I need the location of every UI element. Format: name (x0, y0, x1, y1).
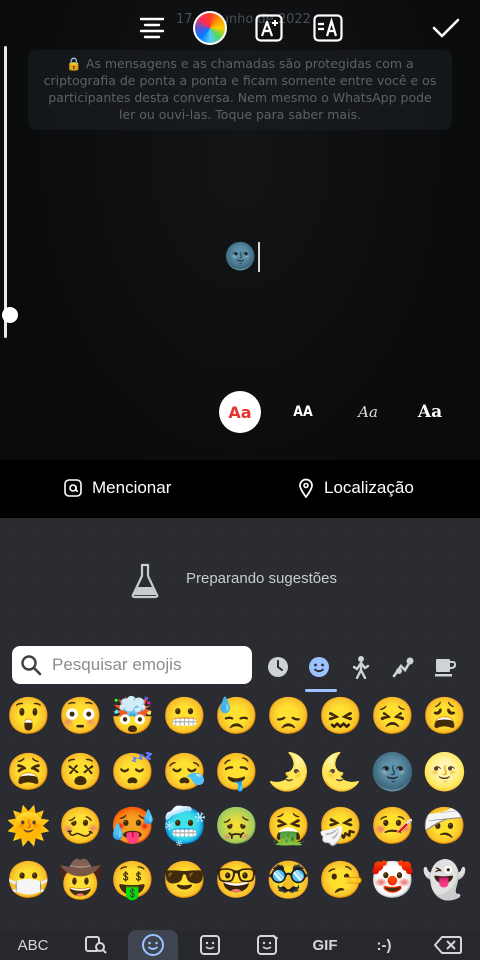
emoji-search-box[interactable] (12, 646, 252, 684)
emoji-key[interactable]: 😩 (422, 694, 467, 738)
emoji-key[interactable]: 😪 (162, 750, 207, 794)
emoji-key[interactable]: 🤑 (110, 858, 155, 902)
backspace-icon[interactable] (424, 930, 472, 960)
emoji-key[interactable]: 🥴 (58, 804, 103, 848)
editor-toolbar (0, 0, 480, 56)
emoji-key[interactable]: 🥶 (162, 804, 207, 848)
emoji-key[interactable]: 😓 (214, 694, 259, 738)
emoji-key[interactable]: 🤥 (318, 858, 363, 902)
emoji-key[interactable]: 🤒 (370, 804, 415, 848)
emoji-key[interactable]: 🥵 (110, 804, 155, 848)
emoji-key[interactable]: 😷 (6, 858, 51, 902)
align-center-icon[interactable] (134, 10, 170, 46)
emoji-key[interactable]: 😲 (6, 694, 51, 738)
emoji-search-row (12, 646, 480, 692)
emoji-tab-icon[interactable] (128, 930, 178, 960)
emoji-key[interactable]: 😣 (370, 694, 415, 738)
location-pin-icon (299, 478, 313, 498)
emoji-key[interactable]: 😫 (6, 750, 51, 794)
emoji-key[interactable]: 😵 (58, 750, 103, 794)
emoji-kitchen-icon[interactable] (246, 930, 290, 960)
text-caret (258, 242, 261, 272)
mention-button[interactable]: Mencionar (64, 478, 171, 498)
search-icon (21, 655, 42, 676)
font-option-classic[interactable]: Aa (219, 391, 261, 433)
story-text-editor[interactable]: 17 de junho de 2022 🔒 As mensagens e as … (0, 0, 480, 518)
text-style-add-icon[interactable] (251, 10, 287, 46)
location-button[interactable]: Localização (298, 478, 414, 498)
animals-icon[interactable] (390, 654, 416, 680)
emoji-key[interactable]: 🤧 (318, 804, 363, 848)
mention-location-bar: Mencionar Localização (0, 460, 480, 518)
check-icon[interactable] (428, 10, 464, 46)
emoji-key[interactable]: 😴 (110, 750, 155, 794)
suggestions-area: Preparando sugestões (0, 518, 480, 642)
text-background-icon[interactable] (310, 10, 346, 46)
slider-knob[interactable] (2, 307, 18, 323)
emoji-key[interactable]: 🤮 (266, 804, 311, 848)
emoji-key[interactable]: 😖 (318, 694, 363, 738)
emoticon-key[interactable]: :-) (362, 930, 406, 960)
emoji-key[interactable]: 😬 (162, 694, 207, 738)
emoji-key[interactable]: 🌞 (6, 804, 51, 848)
text-size-slider[interactable] (2, 46, 18, 338)
typed-emoji: 🌚 (224, 242, 257, 272)
emoji-key[interactable]: 👻 (422, 858, 467, 902)
mention-label: Mencionar (92, 478, 172, 497)
emoji-key[interactable]: 🤓 (214, 858, 259, 902)
sticker-icon[interactable] (188, 930, 232, 960)
emoji-key[interactable]: 🤡 (370, 858, 415, 902)
keyboard-bottom-bar: ABC GIF :-) (0, 930, 480, 960)
emoji-key[interactable]: 😞 (266, 694, 311, 738)
location-label: Localização (324, 478, 414, 497)
food-icon[interactable] (432, 654, 458, 680)
emoji-key[interactable]: 🤠 (58, 858, 103, 902)
recent-icon[interactable] (265, 654, 291, 680)
flask-icon (131, 563, 159, 599)
selected-category-indicator (305, 689, 337, 692)
emoji-key[interactable]: 😳 (58, 694, 103, 738)
emoji-key[interactable]: 🤕 (422, 804, 467, 848)
font-option-serif[interactable]: Aa (414, 390, 446, 434)
gif-key[interactable]: GIF (302, 930, 348, 960)
typed-text[interactable]: 🌚 (224, 242, 261, 272)
emoji-key[interactable]: 😎 (162, 858, 207, 902)
emoji-search-input[interactable] (50, 654, 244, 676)
font-option-caps[interactable]: AA (288, 390, 318, 434)
at-icon (64, 479, 82, 497)
emoji-key[interactable]: 🤢 (214, 804, 259, 848)
emoji-key[interactable]: 🌝 (422, 750, 467, 794)
emoji-key[interactable]: 🤤 (214, 750, 259, 794)
font-option-script[interactable]: Aa (350, 390, 386, 434)
color-wheel-icon[interactable] (192, 10, 228, 46)
emoji-key[interactable]: 🤯 (110, 694, 155, 738)
emoji-key[interactable]: 🌚 (370, 750, 415, 794)
encryption-notice[interactable]: 🔒 As mensagens e as chamadas são protegi… (28, 50, 452, 130)
font-selector: Aa AA Aa Aa (216, 390, 480, 434)
emoji-key[interactable]: 🌜 (318, 750, 363, 794)
emoji-key[interactable]: 🥸 (266, 858, 311, 902)
emoji-keyboard: Preparando sugestões 😲 😳 🤯 😬 😓 😞 (0, 518, 480, 960)
abc-key[interactable]: ABC (10, 930, 56, 960)
emoji-search-key-icon[interactable] (74, 930, 118, 960)
emoji-key[interactable]: 🌛 (266, 750, 311, 794)
smiley-icon[interactable] (306, 654, 332, 680)
suggestions-label: Preparando sugestões (186, 570, 337, 587)
person-icon[interactable] (348, 654, 374, 680)
